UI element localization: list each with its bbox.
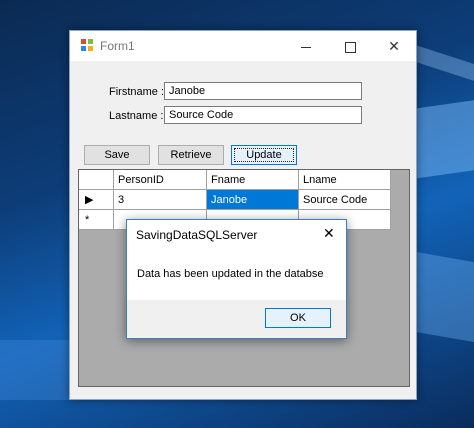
close-button[interactable]: ✕ [372, 31, 416, 61]
row-indicator-current-icon[interactable]: ▶ [79, 189, 114, 210]
form1-window: Form1 ✕ Firstname : Lastname : Save Retr… [69, 30, 417, 400]
column-header-lname[interactable]: Lname [298, 170, 391, 190]
minimize-button[interactable] [284, 31, 328, 61]
save-button[interactable]: Save [84, 145, 150, 165]
dialog-message: Data has been updated in the databse [137, 268, 324, 280]
row-indicator-new-icon[interactable]: * [79, 209, 114, 230]
grid-header-row: PersonID Fname Lname [79, 170, 391, 190]
column-header-fname[interactable]: Fname [206, 170, 299, 190]
cell-lname[interactable]: Source Code [298, 189, 391, 210]
update-button[interactable]: Update [231, 145, 297, 165]
table-row[interactable]: ▶ 3 Janobe Source Code [79, 189, 391, 210]
close-icon: ✕ [388, 38, 400, 54]
wallpaper-light-beam [0, 340, 70, 400]
retrieve-button[interactable]: Retrieve [158, 145, 224, 165]
maximize-button[interactable] [328, 31, 372, 61]
minimize-icon [301, 46, 311, 48]
grid-corner-header [79, 170, 114, 190]
lastname-input[interactable] [164, 106, 362, 124]
message-box-dialog: SavingDataSQLServer ✕ Data has been upda… [126, 219, 347, 339]
firstname-input[interactable] [164, 82, 362, 100]
lastname-label: Lastname : [109, 110, 164, 122]
ok-button[interactable]: OK [265, 308, 331, 328]
column-header-personid[interactable]: PersonID [113, 170, 207, 190]
maximize-icon [344, 41, 356, 53]
title-bar[interactable]: Form1 ✕ [70, 31, 416, 61]
dialog-close-icon[interactable]: ✕ [323, 225, 335, 242]
window-title: Form1 [100, 39, 135, 53]
cell-fname-selected[interactable]: Janobe [206, 189, 299, 210]
dialog-title: SavingDataSQLServer [136, 228, 258, 242]
firstname-label: Firstname : [109, 86, 165, 98]
cell-personid[interactable]: 3 [113, 189, 207, 210]
app-icon [81, 39, 94, 52]
